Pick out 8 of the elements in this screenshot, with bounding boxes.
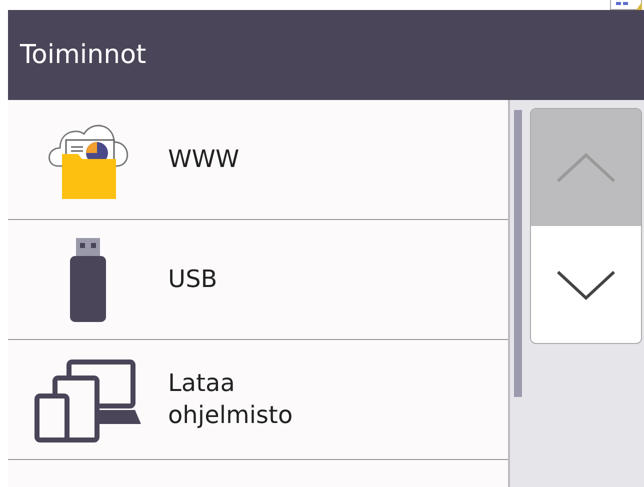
menu-item[interactable]: USB bbox=[8, 220, 508, 340]
menu-item[interactable]: WWW bbox=[8, 100, 508, 220]
menu-item[interactable]: Lataa ohjelmisto bbox=[8, 340, 508, 460]
window-corner-icon bbox=[610, 0, 642, 10]
scroll-down-button[interactable] bbox=[531, 226, 641, 343]
screen-title: Toiminnot bbox=[20, 40, 146, 70]
chevron-down-icon bbox=[556, 270, 616, 300]
chevron-up-icon bbox=[556, 152, 616, 182]
